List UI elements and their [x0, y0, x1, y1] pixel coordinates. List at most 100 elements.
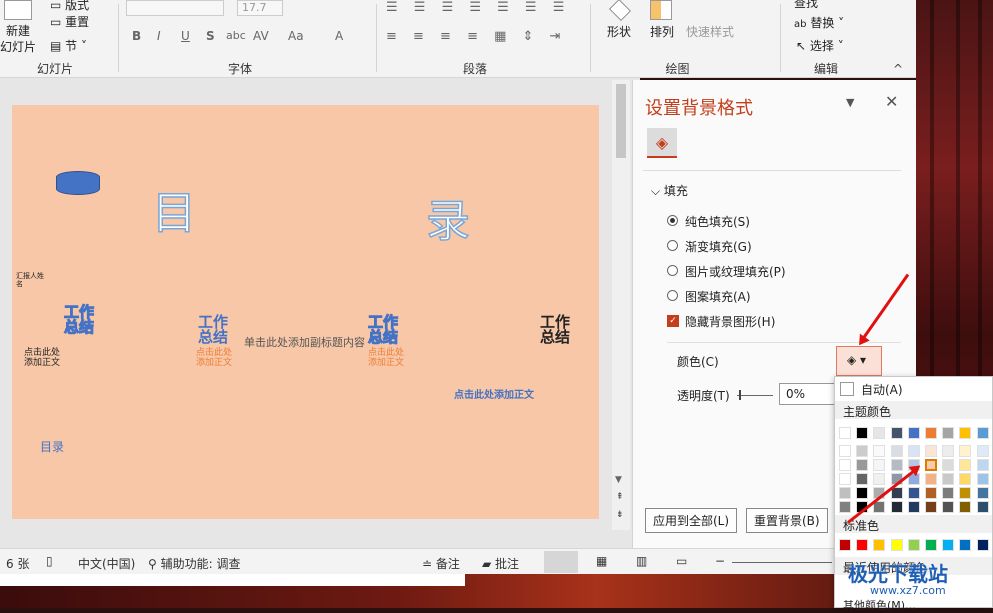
italic-button[interactable]: I [157, 29, 161, 43]
item-title-3[interactable]: 工作总结 [368, 314, 404, 345]
theme-color-swatch[interactable] [907, 445, 920, 457]
font-color-button[interactable]: A [335, 29, 343, 43]
title-left[interactable]: 目 [151, 177, 198, 241]
item-body-3[interactable]: 点击此处添加正文 [368, 348, 408, 368]
theme-color-swatch[interactable] [890, 445, 903, 457]
presenter-note[interactable]: 汇报人姓名 [16, 272, 46, 288]
theme-color-swatch[interactable] [925, 427, 937, 439]
theme-color-swatch[interactable] [873, 473, 886, 485]
theme-color-swatch[interactable] [856, 445, 869, 457]
align-row-icon[interactable]: ≡ ≡ ≡ ≡ ▦ ⇕ ⇥ [386, 29, 566, 44]
theme-color-swatch[interactable] [907, 501, 920, 513]
theme-color-swatch[interactable] [942, 473, 955, 485]
theme-color-swatch[interactable] [976, 501, 989, 513]
theme-color-swatch[interactable] [856, 487, 869, 499]
comments-button[interactable]: ▰ 批注 [482, 555, 519, 572]
transparency-input[interactable]: 0% [779, 383, 837, 405]
auto-color-swatch[interactable] [840, 382, 854, 396]
scrollbar-thumb[interactable] [616, 84, 626, 158]
theme-color-swatch[interactable] [839, 427, 851, 439]
theme-color-swatch[interactable] [856, 473, 869, 485]
new-slide-icon[interactable] [4, 0, 32, 20]
collapse-ribbon-icon[interactable]: ^ [893, 62, 903, 76]
reading-view-icon[interactable]: ▥ [636, 554, 647, 568]
close-icon[interactable]: ✕ [885, 92, 898, 111]
bullets-row-icon[interactable]: ☰ ☰ ☰ ☰ ☰ ☰ ☰ [386, 0, 570, 15]
cylinder-shape[interactable] [56, 171, 100, 195]
theme-color-swatch[interactable] [925, 459, 937, 471]
theme-color-swatch[interactable] [959, 473, 972, 485]
apply-all-button[interactable]: 应用到全部(L) [645, 508, 738, 533]
theme-color-swatch[interactable] [959, 487, 972, 499]
standard-color-swatch[interactable] [942, 539, 955, 551]
theme-color-swatch[interactable] [942, 445, 955, 457]
theme-color-swatch[interactable] [976, 473, 989, 485]
next-slide-icon[interactable]: ⇟ [616, 510, 624, 520]
arrange-button[interactable]: 排列 [650, 23, 674, 40]
standard-color-swatch[interactable] [925, 539, 937, 551]
theme-color-swatch[interactable] [942, 459, 955, 471]
notes-button[interactable]: ≐ 备注 [422, 555, 460, 572]
standard-color-swatch[interactable] [976, 539, 989, 551]
reset-background-button[interactable]: 重置背景(B) [746, 508, 828, 533]
theme-color-swatch[interactable] [907, 487, 920, 499]
hide-bg-checkbox[interactable]: ✓ [667, 315, 679, 327]
standard-color-swatch[interactable] [873, 539, 886, 551]
theme-color-swatch[interactable] [856, 459, 869, 471]
subtitle-placeholder[interactable]: 单击此处添加副标题内容 [244, 334, 365, 350]
theme-color-swatch[interactable] [925, 445, 937, 457]
underline-button[interactable]: U [181, 29, 190, 43]
reset-button[interactable]: ▭ 重置 [50, 13, 89, 30]
theme-color-swatch[interactable] [925, 473, 937, 485]
font-size-box[interactable]: 17.7 [237, 0, 283, 16]
standard-color-swatch[interactable] [959, 539, 972, 551]
slide-canvas[interactable]: 目 录 汇报人姓名 工作总结 工作总结 工作总结 工作总结 点击此处添加正文 单… [12, 105, 599, 519]
standard-color-swatch[interactable] [839, 539, 851, 551]
accessibility-status[interactable]: ⚲ 辅助功能: 调查 [148, 555, 240, 572]
prev-slide-icon[interactable]: ⇞ [616, 492, 624, 502]
standard-color-swatch[interactable] [907, 539, 920, 551]
auto-color-label[interactable]: 自动(A) [861, 381, 903, 398]
shadow-button[interactable]: S [206, 29, 215, 43]
layout-button[interactable]: ▭ 版式 [50, 0, 89, 13]
fill-tab-icon[interactable]: ◈ [647, 128, 677, 158]
sorter-view-icon[interactable]: ▦ [596, 554, 607, 568]
theme-color-swatch[interactable] [839, 459, 851, 471]
slider-handle[interactable] [739, 390, 741, 400]
transparency-slider[interactable] [737, 395, 773, 396]
item-title-2[interactable]: 工作总结 [198, 315, 234, 345]
item-title-1[interactable]: 工作总结 [64, 304, 100, 335]
theme-color-swatch[interactable] [976, 459, 989, 471]
scroll-down-icon[interactable]: ▼ [615, 475, 622, 485]
editor-scrollbar[interactable]: ▼ ⇞ ⇟ [612, 80, 630, 530]
item-title-4[interactable]: 工作总结 [540, 315, 576, 345]
theme-color-swatch[interactable] [959, 501, 972, 513]
item-body-2[interactable]: 点击此处添加正文 [196, 348, 236, 368]
zoom-slider[interactable] [732, 562, 832, 563]
pattern-fill-radio[interactable] [667, 290, 678, 301]
more-colors-item[interactable]: 其他颜色(M)... [843, 597, 916, 613]
section-button[interactable]: ▤ 节 ˅ [50, 37, 87, 54]
color-picker-button[interactable]: ◈ ▾ [836, 346, 882, 376]
quick-styles-button[interactable]: 快速样式 [686, 23, 734, 40]
theme-color-swatch[interactable] [959, 445, 972, 457]
standard-color-swatch[interactable] [890, 539, 903, 551]
theme-color-swatch[interactable] [925, 487, 937, 499]
fill-section-header[interactable]: ⌵ 填充 [651, 182, 688, 199]
find-button[interactable]: 查找 [794, 0, 818, 11]
theme-color-swatch[interactable] [890, 459, 903, 471]
gradient-fill-radio[interactable] [667, 240, 678, 251]
spellcheck-icon[interactable]: ▯ [46, 554, 53, 568]
bold-button[interactable]: B [132, 29, 141, 43]
theme-color-swatch[interactable] [925, 501, 937, 513]
select-button[interactable]: ↖ 选择 ˅ [796, 37, 844, 54]
theme-color-swatch[interactable] [959, 427, 972, 439]
theme-color-swatch[interactable] [942, 427, 955, 439]
theme-color-swatch[interactable] [839, 487, 851, 499]
theme-color-swatch[interactable] [890, 501, 903, 513]
theme-color-swatch[interactable] [976, 427, 989, 439]
theme-color-swatch[interactable] [959, 459, 972, 471]
title-right[interactable]: 录 [425, 185, 471, 249]
shapes-icon[interactable] [609, 0, 631, 21]
theme-color-swatch[interactable] [856, 427, 869, 439]
